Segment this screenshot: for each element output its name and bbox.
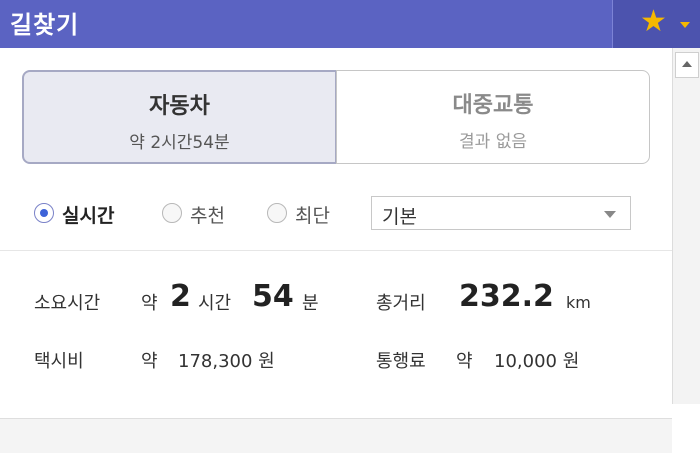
bottom-section xyxy=(0,418,672,453)
time-label: 소요시간 xyxy=(34,293,101,314)
approx-label: 약 xyxy=(456,351,473,372)
scroll-up-button[interactable] xyxy=(675,52,699,78)
approx-label: 약 xyxy=(141,293,158,314)
radio-recommended[interactable]: 추천 xyxy=(162,201,252,227)
summary-row-costs: 택시비 약 178,300 원 통행료 약 10,000 원 xyxy=(0,337,672,377)
page-title: 길찾기 xyxy=(10,11,80,39)
hours-value: 2 xyxy=(170,279,191,314)
radio-realtime[interactable]: 실시간 xyxy=(34,201,144,227)
distance-unit: km xyxy=(566,293,591,312)
select-value: 기본 xyxy=(382,206,417,228)
radio-unchecked-icon xyxy=(162,203,182,223)
radio-recommended-label: 추천 xyxy=(190,205,225,227)
divider xyxy=(0,250,672,251)
radio-realtime-label: 실시간 xyxy=(62,205,115,227)
scrollbar[interactable] xyxy=(672,48,700,404)
tab-car-duration: 약 2시간54분 xyxy=(129,133,230,153)
radio-shortest[interactable]: 최단 xyxy=(267,201,357,227)
radio-shortest-label: 최단 xyxy=(295,205,330,227)
hours-unit: 시간 xyxy=(198,293,232,314)
radio-unchecked-icon xyxy=(267,203,287,223)
star-icon: ★ xyxy=(640,4,667,39)
tab-car-label: 자동차 xyxy=(149,94,210,119)
route-summary: 소요시간 약 2 시간 54 분 총거리 232.2 km 택시비 약 178,… xyxy=(0,252,672,392)
title-bar: 길찾기 ★ xyxy=(0,0,700,48)
summary-row-time-distance: 소요시간 약 2 시간 54 분 총거리 232.2 km xyxy=(0,279,672,319)
toll-fee-value: 10,000 원 xyxy=(494,351,580,372)
route-panel: 자동차 약 2시간54분 대중교통 결과 없음 실시간 추천 최단 기본 소요시… xyxy=(0,48,672,453)
tab-transit-label: 대중교통 xyxy=(452,93,534,118)
route-options: 실시간 추천 최단 기본 xyxy=(0,196,672,232)
favorite-button[interactable]: ★ xyxy=(612,0,700,48)
minutes-value: 54 xyxy=(252,279,294,314)
tab-transit-status: 결과 없음 xyxy=(459,132,527,152)
taxi-fare-value: 178,300 원 xyxy=(178,351,275,372)
tab-car[interactable]: 자동차 약 2시간54분 xyxy=(22,70,336,164)
taxi-label: 택시비 xyxy=(34,351,84,372)
distance-value: 232.2 xyxy=(459,279,554,314)
route-type-select[interactable]: 기본 xyxy=(371,196,631,230)
minutes-unit: 분 xyxy=(302,293,319,314)
approx-label: 약 xyxy=(141,351,158,372)
dropdown-arrow-icon xyxy=(604,211,616,218)
tab-public-transit[interactable]: 대중교통 결과 없음 xyxy=(336,70,650,164)
chevron-down-icon xyxy=(680,22,690,28)
distance-label: 총거리 xyxy=(376,293,426,314)
toll-label: 통행료 xyxy=(376,351,426,372)
radio-checked-icon xyxy=(34,203,54,223)
